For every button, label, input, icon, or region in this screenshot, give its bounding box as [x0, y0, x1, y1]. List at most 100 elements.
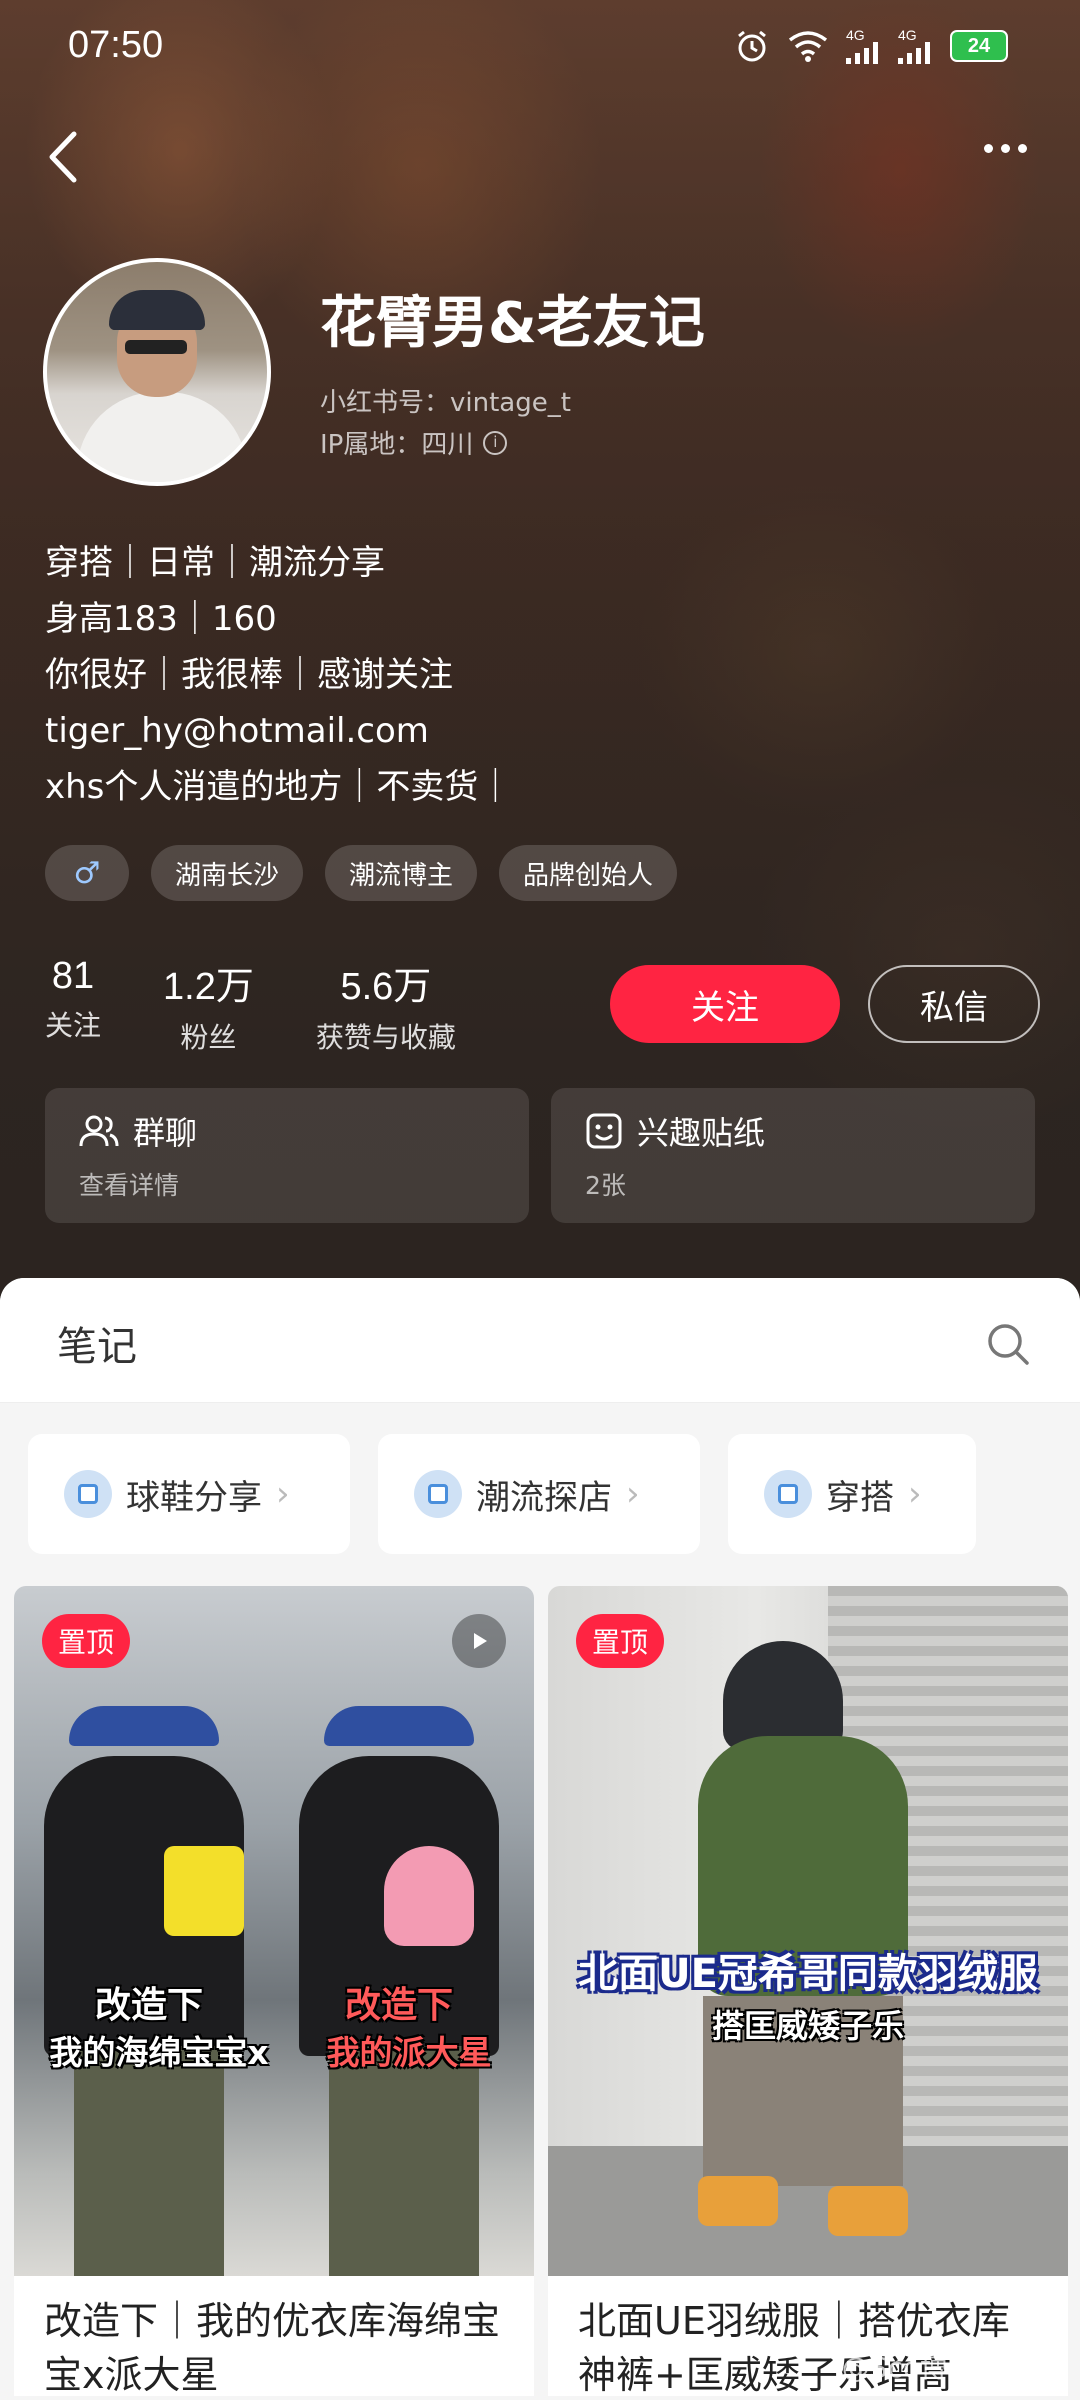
collection-icon [64, 1470, 112, 1518]
content-sheet: 笔记 球鞋分享 › 潮流探店 › 穿搭 › 改造下 改造下 我的海绵宝宝x 我的… [0, 1278, 1080, 2400]
profile-bio: 穿搭｜日常｜潮流分享 身高183｜160 你很好｜我很棒｜感谢关注 tiger_… [45, 535, 512, 815]
collection-label: 潮流探店 [476, 1477, 612, 1518]
watermark: @Sco博士滴电车 [841, 2351, 1060, 2384]
avatar-cap-shape [109, 290, 205, 330]
stat-following[interactable]: 81 关注 [45, 955, 101, 1056]
figure-shoe [698, 2176, 778, 2226]
stat-likes[interactable]: 5.6万 获赞与收藏 [316, 955, 456, 1056]
search-icon [988, 1324, 1029, 1365]
ip-location-text: IP属地：四川 [320, 430, 474, 460]
figure-cap [324, 1706, 474, 1746]
stat-label: 获赞与收藏 [315, 1021, 456, 1054]
note-title: 改造下｜我的优衣库海绵宝宝x派大星 [14, 2276, 534, 2396]
avatar-glasses-shape [125, 340, 187, 354]
bio-line: 你很好｜我很棒｜感谢关注 [45, 655, 453, 695]
signal-bars-icon [846, 42, 878, 64]
collection-icon [764, 1470, 812, 1518]
dot-icon [1000, 143, 1010, 153]
sticker-icon [586, 1113, 622, 1149]
bio-line: tiger_hy@hotmail.com [45, 711, 429, 751]
info-icon[interactable]: i [483, 430, 508, 455]
group-icon [79, 1115, 119, 1147]
battery-indicator: 24 [950, 30, 1008, 62]
tab-bar: 笔记 [0, 1278, 1080, 1403]
dot-icon [1017, 143, 1027, 153]
card-subtitle: 查看详情 [79, 1171, 180, 1200]
avatar[interactable] [43, 258, 271, 486]
tag-location[interactable]: 湖南长沙 [151, 845, 304, 901]
profile-id[interactable]: 小红书号：vintage_t [320, 382, 571, 419]
notes-grid: 改造下 改造下 我的海绵宝宝x 我的派大星 置顶 改造下｜我的优衣库海绵宝宝x派大星 [14, 1586, 1068, 2396]
patrick-bag [384, 1846, 474, 1946]
note-cover: 改造下 改造下 我的海绵宝宝x 我的派大星 置顶 [14, 1586, 534, 2276]
collections-row: 球鞋分享 › 潮流探店 › 穿搭 › [28, 1434, 976, 1554]
figure-hood [723, 1641, 843, 1751]
status-bar: 07:50 4G 4G 24 [0, 20, 1080, 80]
stat-followers[interactable]: 1.2万 粉丝 [163, 955, 254, 1056]
figure-shoe [828, 2186, 908, 2236]
chevron-right-icon: › [626, 1474, 640, 1514]
bio-line: 身高183｜160 [45, 599, 277, 639]
stat-number: 5.6万 [340, 966, 432, 1008]
tag-founder[interactable]: 品牌创始人 [499, 845, 678, 901]
avatar-body-shape [77, 392, 247, 482]
signal-1: 4G [846, 28, 880, 64]
back-button[interactable] [40, 122, 90, 192]
card-header: 兴趣贴纸 [585, 1108, 1001, 1154]
bio-line: xhs个人消遣的地方｜不卖货｜ [45, 767, 513, 807]
search-button[interactable] [984, 1320, 1032, 1368]
tag-role[interactable]: 潮流博主 [325, 845, 478, 901]
status-icons: 4G 4G 24 [734, 28, 1008, 64]
card-subtitle: 2张 [585, 1171, 626, 1200]
collection-sneakers[interactable]: 球鞋分享 › [28, 1434, 350, 1554]
gender-tag: ♂ [45, 845, 129, 901]
message-button[interactable]: 私信 [868, 965, 1040, 1043]
collection-label: 穿搭 [826, 1477, 894, 1518]
figure-cap [69, 1706, 219, 1746]
profile-tags: ♂ 湖南长沙 潮流博主 品牌创始人 [45, 845, 678, 901]
pinned-badge: 置顶 [576, 1614, 665, 1668]
group-chat-card[interactable]: 群聊 查看详情 [45, 1088, 529, 1223]
collection-shops[interactable]: 潮流探店 › [378, 1434, 700, 1554]
collection-outfits[interactable]: 穿搭 › [728, 1434, 976, 1554]
tab-notes[interactable]: 笔记 [57, 1314, 137, 1372]
signal-bars-icon [898, 42, 930, 64]
card-title: 群聊 [133, 1114, 198, 1152]
dot-icon [983, 143, 993, 153]
cover-caption: 北面UE冠希哥同款羽绒服 [578, 1951, 1038, 1997]
wifi-icon [788, 31, 828, 62]
bio-line: 穿搭｜日常｜潮流分享 [45, 543, 385, 583]
collection-label: 球鞋分享 [126, 1477, 262, 1518]
ip-location: IP属地：四川 i [320, 424, 508, 461]
status-time: 07:50 [68, 24, 164, 66]
sticker-card[interactable]: 兴趣贴纸 2张 [551, 1088, 1035, 1223]
profile-name: 花臂男&老友记 [320, 291, 705, 356]
cover-caption: 搭匡威矮子乐 [711, 2007, 904, 2045]
spongebob-bag [164, 1846, 244, 1936]
figure-pants [329, 2046, 479, 2276]
chevron-left-icon [49, 131, 77, 183]
card-title: 兴趣贴纸 [637, 1114, 766, 1152]
chevron-right-icon: › [276, 1474, 290, 1514]
chevron-right-icon: › [908, 1474, 922, 1514]
stat-number: 81 [51, 955, 95, 997]
stat-number: 1.2万 [163, 966, 254, 1008]
card-header: 群聊 [79, 1108, 495, 1154]
pinned-badge: 置顶 [42, 1614, 131, 1668]
cover-caption: 我的海绵宝宝x 我的派大星 [49, 2033, 492, 2072]
collection-icon [414, 1470, 462, 1518]
video-indicator [452, 1614, 506, 1668]
signal-2: 4G [898, 28, 932, 64]
stat-label: 粉丝 [180, 1021, 237, 1054]
cover-caption: 改造下 改造下 [94, 1985, 453, 2026]
note-card[interactable]: 改造下 改造下 我的海绵宝宝x 我的派大星 置顶 改造下｜我的优衣库海绵宝宝x派大星 [14, 1586, 534, 2396]
follow-button[interactable]: 关注 [610, 965, 840, 1043]
alarm-icon [738, 30, 766, 62]
profile-stats: 81 关注 1.2万 粉丝 5.6万 获赞与收藏 [45, 955, 456, 1056]
figure-pants [74, 2046, 224, 2276]
stat-label: 关注 [45, 1009, 102, 1042]
note-card[interactable]: 北面UE冠希哥同款羽绒服 搭匡威矮子乐 置顶 北面UE羽绒服｜搭优衣库神裤+匡威… [548, 1586, 1068, 2396]
more-options-button[interactable] [970, 128, 1040, 168]
play-icon [474, 1633, 487, 1649]
note-cover: 北面UE冠希哥同款羽绒服 搭匡威矮子乐 置顶 [548, 1586, 1068, 2276]
